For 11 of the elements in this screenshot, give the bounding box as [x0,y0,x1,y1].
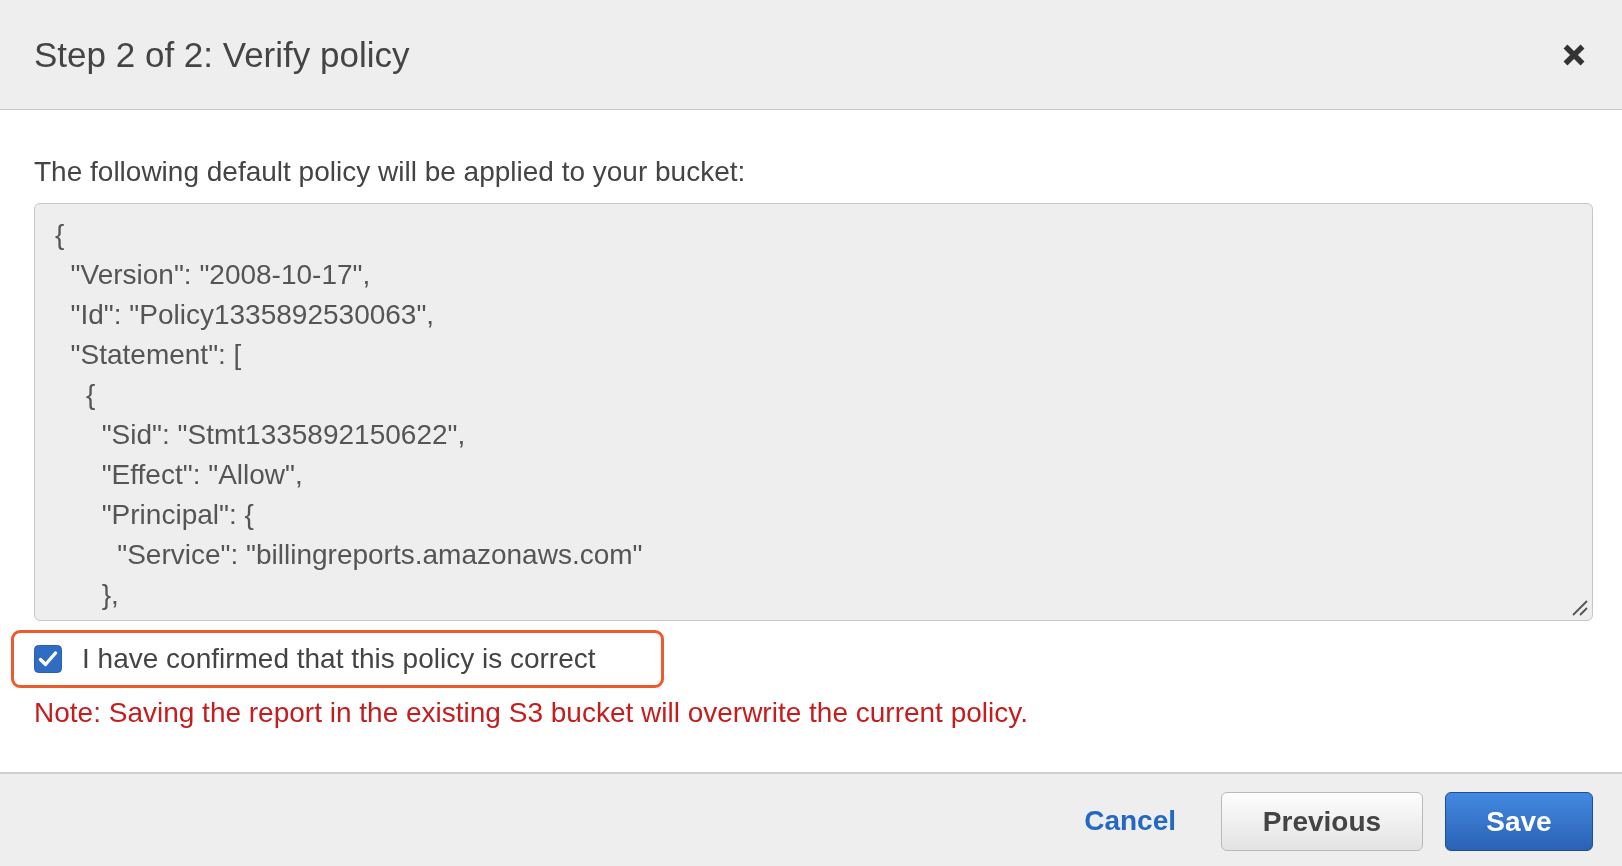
checkbox[interactable] [34,645,62,673]
dialog-title: Step 2 of 2: Verify policy [34,33,410,76]
previous-button[interactable]: Previous [1221,792,1423,851]
intro-text: The following default policy will be applied to your bucket: [34,155,747,189]
checkbox-label: I have confirmed that this policy is correct [82,642,596,676]
save-button[interactable]: Save [1445,792,1593,851]
close-icon[interactable] [1562,42,1586,67]
cancel-link[interactable]: Cancel [1084,804,1176,838]
policy-textarea[interactable]: { "Version": "2008-10-17", "Id": "Policy1335892530063", "Statement": [ { "Sid": "Stmt1335892150622", "Effect": "Allow", "Principal": { "Service": "billingreports.amazonaws.com" }, [34,203,1593,621]
resize-grip-icon[interactable] [1572,600,1588,616]
warning-note: Note: Saving the report in the existing S3 bucket will overwrite the current policy. [34,696,1029,730]
